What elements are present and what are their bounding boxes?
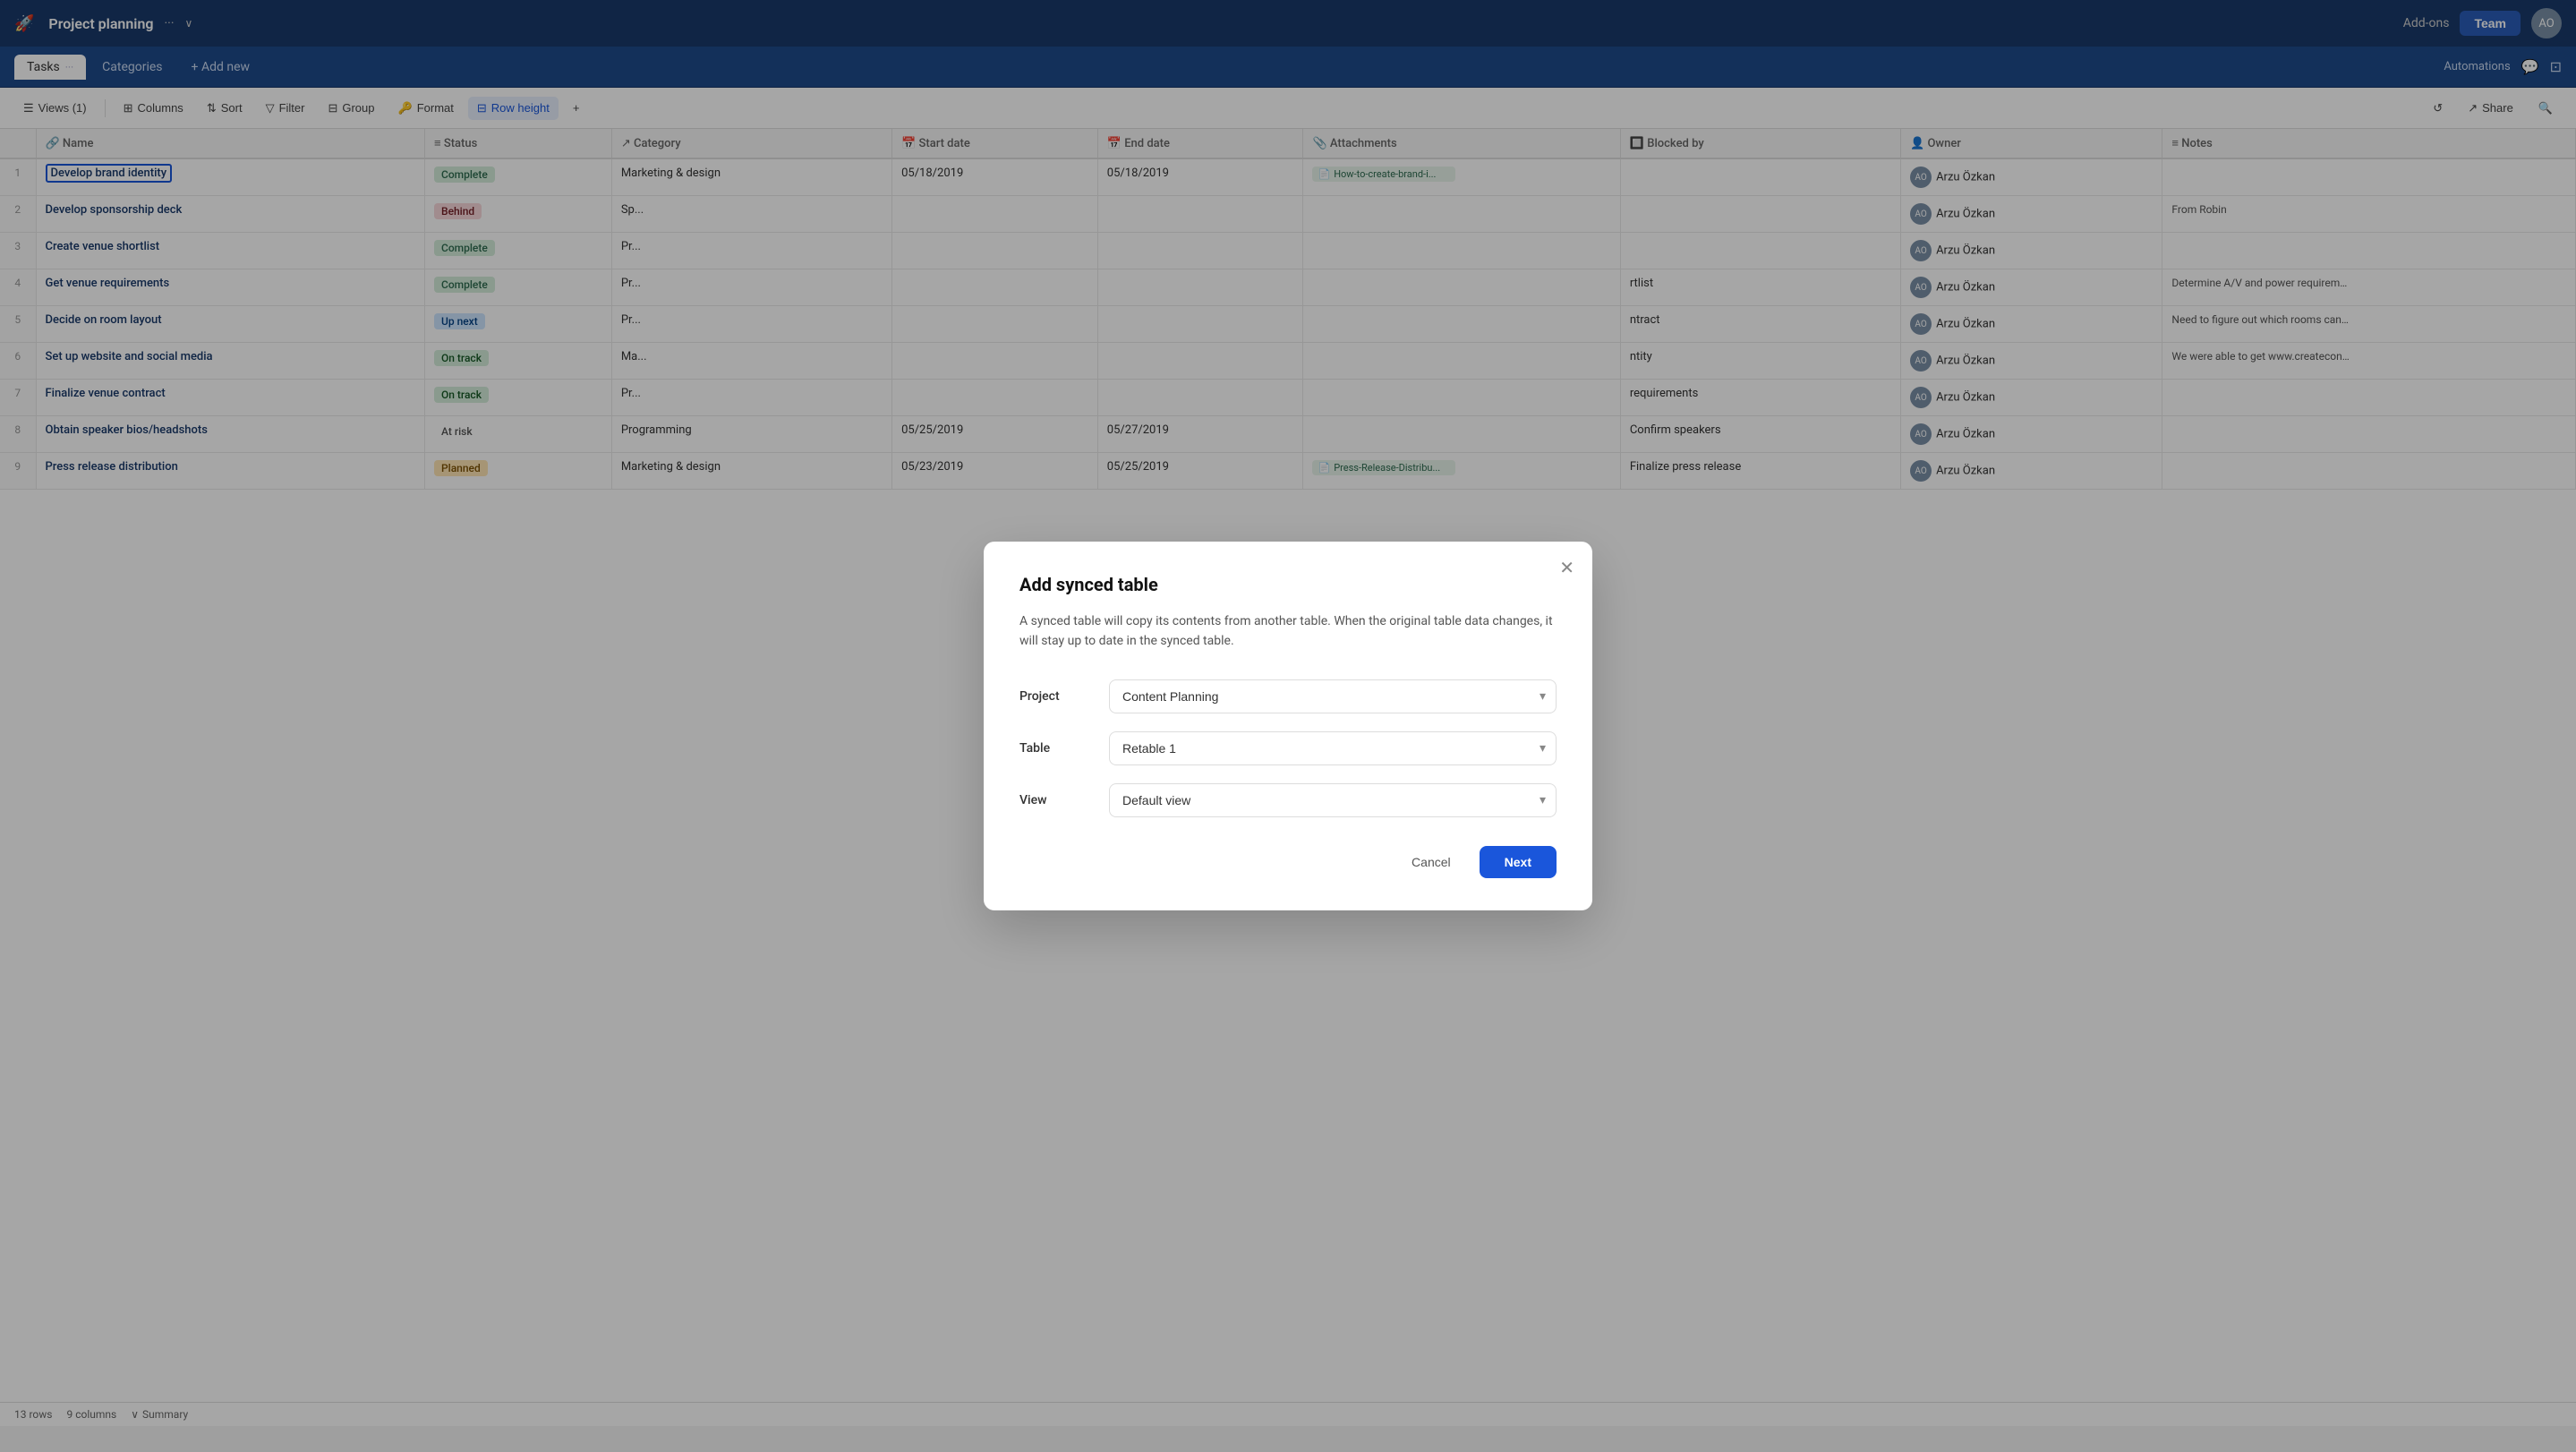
modal-table-select-wrapper: Retable 1 Retable 2 ▾ xyxy=(1109,731,1557,765)
add-synced-table-modal: ✕ Add synced table A synced table will c… xyxy=(984,542,1592,911)
modal-view-select[interactable]: Default view Grid view Gallery view xyxy=(1109,783,1557,817)
modal-table-label: Table xyxy=(1019,741,1109,756)
modal-project-select-wrapper: Content Planning Project planning Market… xyxy=(1109,679,1557,713)
modal-close-button[interactable]: ✕ xyxy=(1559,559,1574,577)
modal-view-select-wrapper: Default view Grid view Gallery view ▾ xyxy=(1109,783,1557,817)
modal-description: A synced table will copy its contents fr… xyxy=(1019,611,1557,652)
modal-table-select[interactable]: Retable 1 Retable 2 xyxy=(1109,731,1557,765)
modal-view-label: View xyxy=(1019,793,1109,807)
modal-actions: Cancel Next xyxy=(1019,846,1557,878)
modal-title: Add synced table xyxy=(1019,574,1557,595)
modal-project-label: Project xyxy=(1019,689,1109,704)
modal-project-field: Project Content Planning Project plannin… xyxy=(1019,679,1557,713)
next-button[interactable]: Next xyxy=(1480,846,1557,878)
modal-table-field: Table Retable 1 Retable 2 ▾ xyxy=(1019,731,1557,765)
modal-view-field: View Default view Grid view Gallery view… xyxy=(1019,783,1557,817)
cancel-button[interactable]: Cancel xyxy=(1394,846,1469,878)
modal-project-select[interactable]: Content Planning Project planning Market… xyxy=(1109,679,1557,713)
modal-overlay[interactable]: ✕ Add synced table A synced table will c… xyxy=(0,0,2576,1452)
